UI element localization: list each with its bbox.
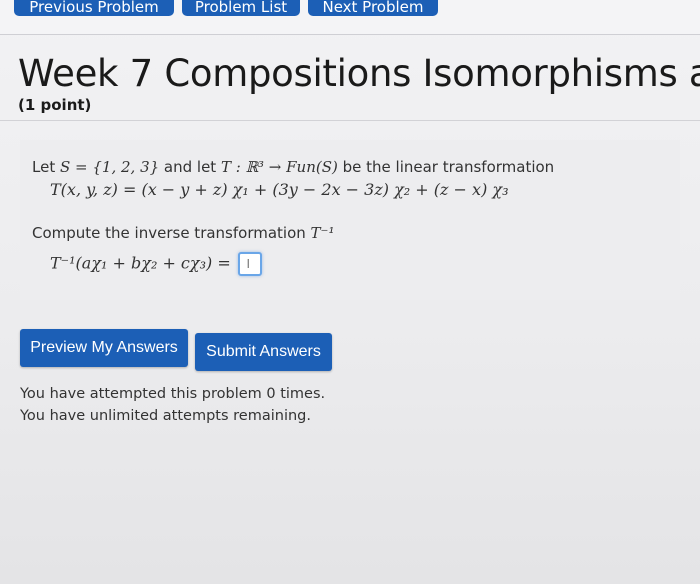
attempts-status: You have attempted this problem 0 times. xyxy=(20,386,326,402)
inverse-expression: T⁻¹(aχ₁ + bχ₂ + cχ₃) = xyxy=(50,253,231,273)
point-value: (1 point) xyxy=(18,96,92,114)
intro-text-2: and let xyxy=(159,158,221,176)
page-title: Week 7 Compositions Isomorphisms and xyxy=(18,52,700,95)
problem-page: Previous Problem Problem List Next Probl… xyxy=(0,0,700,584)
set-definition: S = {1, 2, 3} xyxy=(59,158,160,176)
problem-nav-bar: Previous Problem Problem List Next Probl… xyxy=(0,0,700,35)
problem-statement: Let S = {1, 2, 3} and let T : ℝ³ → Fun(S… xyxy=(20,140,680,300)
text-cursor-icon: I xyxy=(246,257,251,271)
intro-text-3: be the linear transformation xyxy=(337,158,555,176)
problem-intro-line: Let S = {1, 2, 3} and let T : ℝ³ → Fun(S… xyxy=(32,158,554,176)
submit-answers-button[interactable]: Submit Answers xyxy=(195,333,332,371)
transformation-formula: T(x, y, z) = (x − y + z) χ₁ + (3y − 2x −… xyxy=(50,180,509,199)
question-text: Compute the inverse transformation xyxy=(32,224,311,242)
inverse-symbol: T⁻¹ xyxy=(310,224,335,242)
question-line: Compute the inverse transformation T⁻¹ xyxy=(32,224,334,242)
remaining-attempts-status: You have unlimited attempts remaining. xyxy=(20,408,311,424)
intro-text-1: Let xyxy=(32,158,60,176)
previous-problem-button[interactable]: Previous Problem xyxy=(14,0,174,16)
problem-list-button[interactable]: Problem List xyxy=(182,0,300,16)
answer-input[interactable]: I xyxy=(237,252,262,276)
next-problem-button[interactable]: Next Problem xyxy=(308,0,438,16)
inverse-expression-line: T⁻¹(aχ₁ + bχ₂ + cχ₃) = I xyxy=(50,252,262,276)
header-divider xyxy=(0,120,700,121)
transformation-signature: T : ℝ³ → Fun(S) xyxy=(220,158,338,176)
preview-answers-button[interactable]: Preview My Answers xyxy=(20,329,188,367)
